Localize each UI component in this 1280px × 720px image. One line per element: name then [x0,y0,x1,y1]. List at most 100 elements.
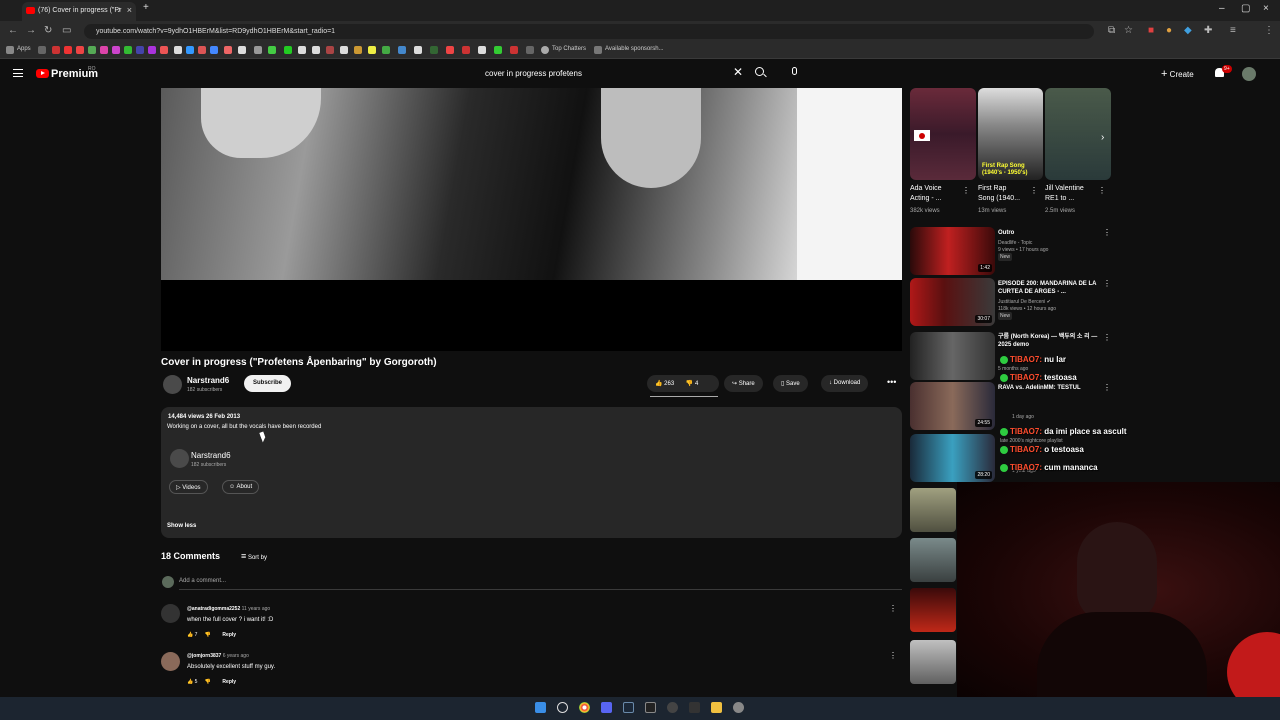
channel-name[interactable]: Narstrand6 [191,451,231,460]
video-player[interactable] [161,88,902,351]
bookmark-icon[interactable] [136,46,144,54]
recommended-thumbnail[interactable] [910,640,956,684]
like-button[interactable]: 👍 263 [655,381,674,387]
comment-author[interactable]: @anatradigomma2252 11 years ago [187,606,270,612]
thumbs-down-icon[interactable]: 👎 [205,679,211,685]
bookmark-icon[interactable] [284,46,292,54]
bookmark-icon[interactable] [198,46,206,54]
bookmark-icon[interactable] [446,46,454,54]
discord-icon[interactable] [601,702,612,713]
thumbs-down-icon[interactable]: 👎 [205,632,211,638]
channel-avatar[interactable] [163,375,182,394]
bookmark-icon[interactable] [88,46,96,54]
short-menu-icon[interactable]: ⋮ [1098,186,1106,195]
recommended-thumbnail[interactable]: 1:42 [910,227,995,275]
epic-games-icon[interactable] [645,702,656,713]
description-box[interactable]: 14,484 views 26 Feb 2013 Working on a co… [161,407,902,538]
about-button[interactable]: ☺ About [222,480,260,494]
steam-icon[interactable] [623,702,634,713]
bookmark-icon[interactable] [76,46,84,54]
bookmark-icon[interactable] [64,46,72,54]
recommended-thumbnail[interactable]: 30:07 [910,278,995,326]
bookmark-icon[interactable] [478,46,486,54]
thumbs-up-icon[interactable]: 👍 [187,632,193,638]
extensions-puzzle-icon[interactable]: ✚ [1204,25,1212,36]
recommended-thumbnail[interactable] [910,332,995,380]
chrome-icon[interactable] [579,702,590,713]
recommended-thumbnail[interactable] [910,538,956,582]
bookmark-icon[interactable] [186,46,194,54]
recommended-menu-icon[interactable]: ⋮ [1103,279,1111,288]
bookmark-icon[interactable] [510,46,518,54]
windows-start-icon[interactable] [535,702,546,713]
recommended-title[interactable]: Outro [998,229,1098,237]
bookmark-icon[interactable] [382,46,390,54]
commenter-avatar[interactable] [161,604,180,623]
short-title[interactable]: Jill Valentine RE1 to ... [1045,184,1084,204]
bookmark-icon[interactable] [124,46,132,54]
show-less-button[interactable]: Show less [167,523,196,529]
extension-icon[interactable]: ■ [1148,25,1154,36]
minimize-icon[interactable]: – [1219,3,1225,14]
bookmark-icon[interactable] [148,46,156,54]
short-menu-icon[interactable]: ⋮ [962,186,970,195]
bookmark-icon[interactable] [398,46,406,54]
menu-icon[interactable]: ≡ [1230,25,1236,36]
tab-search-icon[interactable]: ▭ [62,25,71,36]
comment-author[interactable]: @jomjorn3837 6 years ago [187,653,249,659]
comment-menu-icon[interactable]: ⋮ [889,651,897,660]
subscribe-button[interactable]: Subscribe [244,375,291,392]
bookmark-icon[interactable] [312,46,320,54]
recommended-menu-icon[interactable]: ⋮ [1103,383,1111,392]
back-icon[interactable]: ← [8,25,18,36]
recommended-title[interactable]: EPISODE 200: MANDARINA DE LA CURTEA DE A… [998,280,1098,296]
search-icon[interactable] [755,67,764,76]
bookmark-icon[interactable] [368,46,376,54]
window-close-icon[interactable]: × [1263,3,1269,14]
bookmark-icon[interactable] [112,46,120,54]
short-thumbnail[interactable]: › [1045,88,1111,180]
bookmark-icon[interactable] [340,46,348,54]
search-input[interactable]: cover in progress profetens [485,69,582,78]
url-field[interactable]: youtube.com/watch?v=9ydhO1HBErM&list=RD9… [84,24,1094,39]
extension-icon[interactable]: ◆ [1184,25,1192,36]
bookmark-icon[interactable] [52,46,60,54]
account-avatar[interactable] [1242,67,1256,81]
recommended-menu-icon[interactable]: ⋮ [1103,333,1111,342]
thumbs-up-icon[interactable]: 👍 [187,679,193,685]
recommended-title[interactable]: late 2000's nightcore playlist [1000,438,1063,445]
file-explorer-icon[interactable] [711,702,722,713]
new-tab-icon[interactable]: + [143,2,149,13]
recommended-thumbnail[interactable]: 24:55 [910,382,995,430]
install-icon[interactable]: ⧉ [1108,25,1115,36]
bookmark-icon[interactable] [494,46,502,54]
bookmark-icon[interactable] [268,46,276,54]
bookmark-icon[interactable] [298,46,306,54]
bookmark-icon[interactable] [354,46,362,54]
share-button[interactable]: ↪ Share [724,375,763,392]
comment-menu-icon[interactable]: ⋮ [889,604,897,613]
youtube-logo-icon[interactable] [36,69,49,78]
reply-button[interactable]: Reply [222,632,236,638]
app-icon[interactable] [689,702,700,713]
recommended-menu-icon[interactable]: ⋮ [1103,228,1111,237]
short-thumbnail[interactable]: First Rap Song (1940's - 1950's) [978,88,1043,180]
short-title[interactable]: First Rap Song (1940... [978,184,1020,204]
app-icon[interactable] [667,702,678,713]
tab-close-icon[interactable]: × [127,5,132,15]
bookmark-icon[interactable] [238,46,246,54]
bookmark-icon[interactable] [254,46,262,54]
clear-search-icon[interactable]: ✕ [733,65,743,79]
more-actions-icon[interactable]: ••• [887,377,896,387]
speaker-icon[interactable]: ♪ [117,5,121,14]
bookmark-icon[interactable] [414,46,422,54]
microphone-icon[interactable] [792,67,797,75]
bookmark-icon[interactable] [160,46,168,54]
bookmark-star-icon[interactable]: ☆ [1124,25,1133,36]
recommended-title[interactable]: 구름 (North Korea) — 백두의 소 리 — 2025 demo [998,333,1098,349]
search-icon[interactable] [557,702,568,713]
maximize-icon[interactable]: ▢ [1241,3,1250,14]
bookmark-top-chatters[interactable]: Top Chatters [552,46,586,52]
bookmark-icon[interactable] [462,46,470,54]
bookmark-icon[interactable] [224,46,232,54]
